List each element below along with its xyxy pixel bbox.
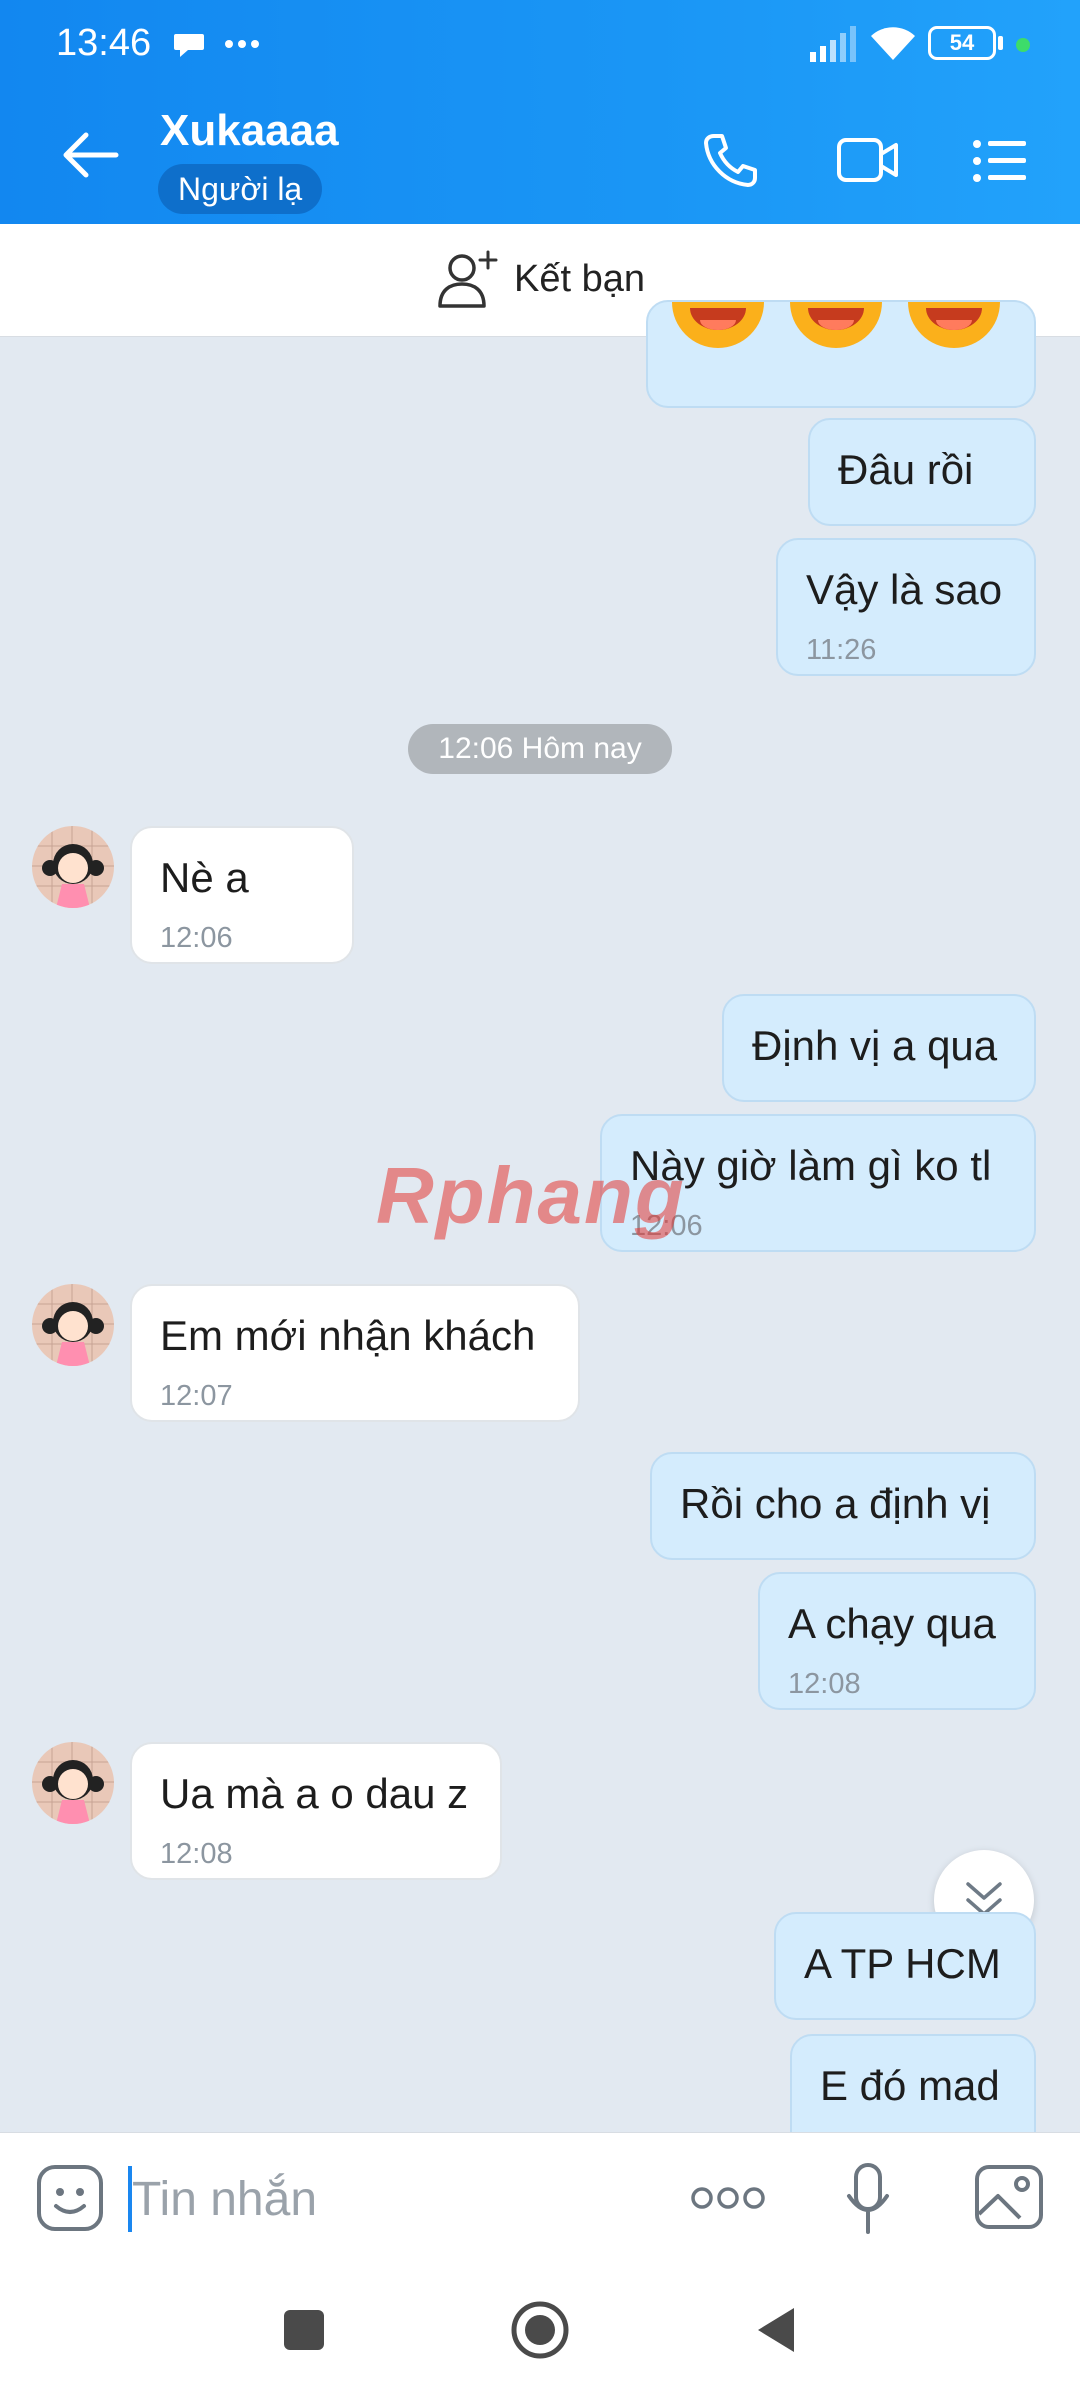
message-text: Vậy là sao (806, 566, 1003, 613)
my-message-bubble[interactable]: Định vị a qua (722, 994, 1036, 1102)
status-time: 13:46 (56, 22, 152, 64)
sticker-emoji-icon[interactable] (36, 2164, 104, 2232)
my-message-bubble[interactable]: Vậy là sao 11:26 (776, 538, 1036, 676)
message-input[interactable]: Tin nhắn (132, 2172, 317, 2227)
add-friend-icon[interactable] (436, 248, 502, 310)
message-text: Nè a (160, 854, 249, 901)
signal-icon (810, 26, 856, 62)
stranger-badge: Người lạ (158, 164, 323, 214)
battery-tip (998, 36, 1003, 50)
back-button[interactable] (754, 2304, 798, 2356)
message-text: Em mới nhận khách (160, 1312, 536, 1359)
my-message-bubble[interactable]: Đâu rồi (808, 418, 1036, 526)
avatar-cartoon-girl (32, 1742, 114, 1824)
message-text: E đó mad (820, 2062, 1000, 2109)
message-text: Định vị a qua (752, 1022, 998, 1069)
laughing-emoji-icons (672, 302, 1000, 348)
contact-avatar[interactable] (32, 1742, 114, 1824)
battery-icon: 54 (928, 26, 996, 60)
phone-call-icon[interactable] (700, 130, 760, 190)
active-dot (1016, 38, 1030, 52)
my-message-bubble[interactable]: Rồi cho a định vị (650, 1452, 1036, 1560)
message-text: A TP HCM (804, 1940, 1001, 1987)
back-arrow-icon[interactable] (60, 130, 120, 180)
chat-notification-icon (174, 34, 204, 57)
image-gallery-icon[interactable] (974, 2164, 1044, 2230)
avatar-cartoon-girl (32, 1284, 114, 1366)
date-separator: 12:06 Hôm nay (408, 724, 672, 774)
contact-avatar[interactable] (32, 1284, 114, 1366)
message-time: 12:08 (160, 1838, 233, 1870)
contact-avatar[interactable] (32, 826, 114, 908)
home-button[interactable] (510, 2300, 570, 2360)
wifi-icon (871, 27, 915, 60)
message-time: 12:06 (160, 922, 233, 954)
video-call-icon[interactable] (836, 134, 900, 186)
emoji-message-bubble[interactable] (646, 300, 1036, 408)
message-text: Ua mà a o dau z (160, 1770, 469, 1817)
avatar-cartoon-girl (32, 826, 114, 908)
more-notifications-icon (225, 40, 259, 48)
contact-name[interactable]: Xukaaaa (160, 106, 339, 156)
message-text: Rồi cho a định vị (680, 1480, 991, 1527)
microphone-icon[interactable] (846, 2162, 890, 2236)
message-text: A chạy qua (788, 1600, 996, 1647)
their-message-bubble[interactable]: Nè a 12:06 (130, 826, 354, 964)
recent-apps-button[interactable] (284, 2310, 324, 2350)
my-message-bubble[interactable]: A chạy qua 12:08 (758, 1572, 1036, 1710)
header: 13:46 54 Xukaaaa Người lạ (0, 0, 1080, 224)
my-message-bubble[interactable]: A TP HCM (774, 1912, 1036, 2020)
battery-level: 54 (949, 30, 975, 55)
their-message-bubble[interactable]: Ua mà a o dau z 12:08 (130, 1742, 502, 1880)
message-time: 11:26 (806, 634, 877, 666)
more-options-icon[interactable] (690, 2186, 766, 2210)
menu-list-icon[interactable] (972, 138, 1028, 184)
add-friend-label[interactable]: Kết bạn (514, 258, 645, 301)
message-time: 12:07 (160, 1380, 233, 1412)
message-time: 12:08 (788, 1668, 861, 1700)
watermark-text: Rphang (376, 1151, 686, 1240)
their-message-bubble[interactable]: Em mới nhận khách 12:07 (130, 1284, 580, 1422)
watermark-logo: Rphang (376, 1150, 686, 1242)
message-text: Đâu rồi (838, 446, 974, 493)
